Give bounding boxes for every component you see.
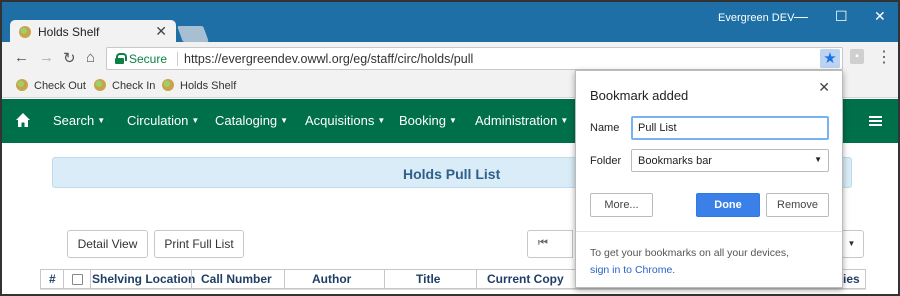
grid-row-divider bbox=[40, 289, 866, 290]
folder-selected-value: Bookmarks bar bbox=[638, 155, 712, 167]
nav-search[interactable]: Search ▼ bbox=[53, 113, 105, 128]
nav-circulation[interactable]: Circulation ▼ bbox=[127, 113, 199, 128]
dialog-title: Bookmark added bbox=[590, 88, 689, 103]
bookmark-label: Holds Shelf bbox=[180, 80, 237, 92]
browser-window: Holds Shelf ✕ Evergreen DEV — ☐ ✕ ← → ↻ … bbox=[0, 0, 900, 296]
hamburger-menu-icon[interactable] bbox=[869, 116, 882, 127]
bookmark-favicon-icon bbox=[162, 79, 174, 91]
home-button-icon[interactable]: ⌂ bbox=[86, 49, 95, 66]
col-divider bbox=[191, 270, 192, 290]
bookmark-added-dialog: Bookmark added ✕ Name Folder Bookmarks b… bbox=[575, 70, 843, 288]
nav-label: Search bbox=[53, 113, 95, 128]
nav-label: Cataloging bbox=[215, 113, 278, 128]
browser-tab[interactable]: Holds Shelf ✕ bbox=[10, 20, 176, 44]
bookmark-holds-shelf[interactable]: Holds Shelf bbox=[162, 79, 236, 92]
column-menu-dropdown[interactable]: ▼ bbox=[840, 230, 864, 258]
address-separator bbox=[177, 52, 178, 66]
detail-view-button[interactable]: Detail View bbox=[67, 230, 148, 258]
col-title[interactable]: Title bbox=[416, 272, 440, 286]
first-page-icon: ⏮ bbox=[538, 237, 548, 249]
col-author[interactable]: Author bbox=[312, 272, 351, 286]
close-window-icon[interactable]: ✕ bbox=[874, 8, 886, 25]
profile-name[interactable]: Evergreen DEV bbox=[718, 12, 794, 24]
tab-close-icon[interactable]: ✕ bbox=[155, 23, 167, 40]
bookmark-check-in[interactable]: Check In bbox=[94, 79, 155, 92]
bookmark-label: Check Out bbox=[34, 80, 86, 92]
secure-label: Secure bbox=[129, 52, 168, 66]
sync-promo-text: To get your bookmarks on all your device… bbox=[590, 247, 790, 259]
extension-icon[interactable]: ▪ bbox=[850, 49, 864, 64]
select-all-checkbox[interactable] bbox=[72, 274, 83, 285]
new-tab-button[interactable] bbox=[177, 26, 209, 42]
chevron-down-icon: ▼ bbox=[814, 155, 822, 164]
title-bar: Holds Shelf ✕ Evergreen DEV — ☐ ✕ bbox=[2, 2, 898, 44]
sync-promo-suffix: . bbox=[672, 264, 676, 276]
folder-label: Folder bbox=[590, 155, 622, 167]
nav-label: Booking bbox=[399, 113, 446, 128]
lock-icon bbox=[115, 53, 127, 64]
print-full-list-button[interactable]: Print Full List bbox=[154, 230, 244, 258]
browser-menu-icon[interactable]: ⋮ bbox=[876, 47, 892, 67]
evergreen-favicon-icon bbox=[19, 26, 31, 38]
nav-label: Circulation bbox=[127, 113, 189, 128]
minimize-icon[interactable]: — bbox=[794, 8, 808, 24]
col-copies-truncated[interactable]: ies bbox=[843, 272, 860, 286]
bookmark-star-icon[interactable]: ★ bbox=[820, 49, 840, 68]
sign-in-link[interactable]: sign in to Chrome bbox=[590, 264, 672, 276]
sync-promo: To get your bookmarks on all your device… bbox=[590, 245, 789, 279]
bookmark-name-input[interactable] bbox=[631, 116, 829, 140]
col-divider bbox=[476, 270, 477, 290]
bookmark-favicon-icon bbox=[94, 79, 106, 91]
bookmark-favicon-icon bbox=[16, 79, 28, 91]
bookmark-check-out[interactable]: Check Out bbox=[16, 79, 86, 92]
nav-booking[interactable]: Booking ▼ bbox=[399, 113, 457, 128]
col-divider bbox=[284, 270, 285, 290]
col-divider bbox=[63, 270, 64, 290]
more-button[interactable]: More... bbox=[590, 193, 653, 217]
url-text[interactable]: https://evergreendev.owwl.org/eg/staff/c… bbox=[184, 52, 473, 66]
home-icon[interactable] bbox=[15, 112, 31, 128]
col-shelving-location[interactable]: Shelving Location bbox=[92, 272, 195, 286]
col-divider bbox=[384, 270, 385, 290]
reload-icon[interactable]: ↻ bbox=[63, 49, 76, 67]
col-call-number[interactable]: Call Number bbox=[201, 272, 272, 286]
back-icon[interactable]: ← bbox=[14, 49, 29, 66]
pager-first-button[interactable]: ⏮ bbox=[527, 230, 573, 258]
col-divider bbox=[90, 270, 91, 290]
dialog-close-icon[interactable]: ✕ bbox=[818, 79, 830, 96]
remove-button[interactable]: Remove bbox=[766, 193, 829, 217]
caret-down-icon: ▼ bbox=[97, 116, 106, 125]
page-title: Holds Pull List bbox=[403, 166, 501, 182]
col-current-copy[interactable]: Current Copy bbox=[487, 272, 564, 286]
address-bar[interactable]: Secure https://evergreendev.owwl.org/eg/… bbox=[106, 47, 843, 70]
caret-down-icon: ▼ bbox=[191, 116, 200, 125]
folder-select[interactable]: Bookmarks bar ▼ bbox=[631, 149, 829, 172]
nav-acquisitions[interactable]: Acquisitions ▼ bbox=[305, 113, 385, 128]
caret-down-icon: ▼ bbox=[377, 116, 386, 125]
forward-icon[interactable]: → bbox=[39, 49, 54, 66]
dialog-divider bbox=[576, 231, 842, 232]
caret-down-icon: ▼ bbox=[448, 116, 457, 125]
nav-cataloging[interactable]: Cataloging ▼ bbox=[215, 113, 288, 128]
col-number[interactable]: # bbox=[49, 272, 56, 286]
name-label: Name bbox=[590, 122, 620, 134]
tab-title: Holds Shelf bbox=[38, 25, 100, 39]
nav-label: Administration bbox=[475, 113, 558, 128]
caret-down-icon: ▼ bbox=[280, 116, 289, 125]
caret-down-icon: ▼ bbox=[560, 116, 569, 125]
nav-label: Acquisitions bbox=[305, 113, 375, 128]
bookmark-label: Check In bbox=[112, 80, 156, 92]
nav-administration[interactable]: Administration ▼ bbox=[475, 113, 568, 128]
done-button[interactable]: Done bbox=[696, 193, 760, 217]
maximize-icon[interactable]: ☐ bbox=[835, 8, 848, 25]
